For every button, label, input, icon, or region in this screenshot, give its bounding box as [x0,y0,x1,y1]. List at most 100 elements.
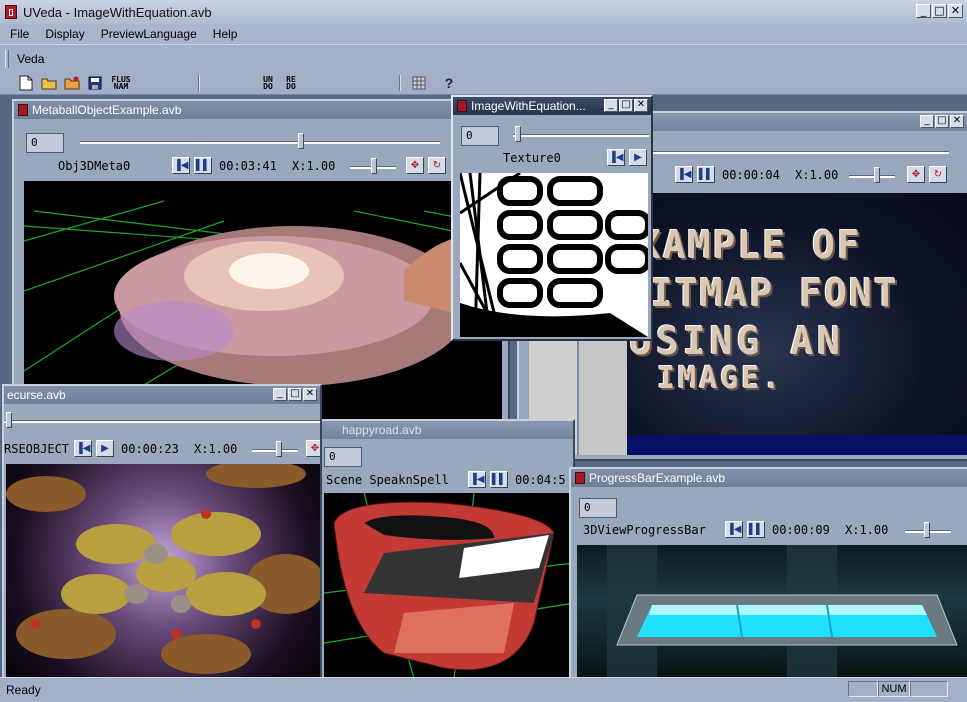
close-button[interactable]: ✕ [634,99,648,112]
speed-slider-thumb[interactable] [924,522,930,538]
speed-slider[interactable] [252,449,298,452]
timeline-slider[interactable] [649,151,949,154]
window-icon [18,104,28,116]
rewind-button[interactable]: ▐◀ [725,521,743,538]
rewind-button[interactable]: ▐◀ [607,149,625,166]
timeline-slider[interactable] [80,141,440,144]
window-happyroad[interactable]: happyroad.avb 0 Scene SpeaknSpell ▐◀ ▌▌ … [320,419,575,677]
time-display: 00:03:41 [219,159,277,173]
help-icon[interactable]: ? [441,75,457,91]
minimize-button[interactable]: _ [916,4,931,18]
close-button[interactable]: ✕ [950,115,964,128]
object-name: RSEOBJECT [4,442,70,456]
maximize-button[interactable]: □ [619,99,633,112]
window-metaball[interactable]: MetaballObjectExample.avb 0 Obj3DMeta0 ▐… [12,99,510,427]
window-recurse[interactable]: ecurse.avb _ □ ✕ RSEOBJECT ▐◀ ▶ 00:00:23… [2,384,322,677]
minimize-button[interactable]: _ [604,99,618,112]
open-folder-icon[interactable] [41,75,57,91]
window-icon [575,472,585,484]
toolbar-separator [198,75,200,91]
pause-button[interactable]: ▌▌ [194,157,212,174]
speed-slider-thumb[interactable] [874,167,880,183]
window-title-bar[interactable]: happyroad.avb [322,421,573,439]
object-name: Obj3DMeta0 [58,159,131,173]
save-icon[interactable] [87,75,103,91]
frame-input[interactable]: 0 [324,447,362,467]
time-display: 00:00:09 [772,523,830,537]
speed-display: X:1.00 [292,159,336,173]
menu-display[interactable]: Display [45,27,84,41]
play-button[interactable]: ▶ [629,149,647,166]
undo-icon[interactable]: UN DO [260,75,276,91]
object-name: Scene SpeaknSpell [326,473,449,487]
move-icon[interactable]: ✥ [406,157,424,174]
app-icon[interactable] [5,5,17,19]
open-recent-icon[interactable] [64,75,80,91]
timeline-slider-thumb[interactable] [298,133,304,149]
timeline-slider-thumb[interactable] [515,126,521,142]
rewind-button[interactable]: ▐◀ [468,471,486,488]
toolbar-separator [399,75,401,91]
play-button[interactable]: ▶ [96,440,114,457]
window-image-equation[interactable]: ImageWithEquation... _ □ ✕ 0 Texture0 ▐◀… [451,95,653,341]
pause-button[interactable]: ▌▌ [747,521,765,538]
redo-icon[interactable]: RE DO [283,75,299,91]
object-name: 3DViewProgressBar [583,523,706,537]
rewind-button[interactable]: ▐◀ [172,157,190,174]
window-title-bar[interactable]: MetaballObjectExample.avb [14,101,508,119]
frame-input[interactable]: 0 [579,498,617,518]
window-title: ProgressBarExample.avb [589,471,726,485]
window-title-bar[interactable]: ImageWithEquation... _ □ ✕ [453,97,651,115]
toolbar-grip[interactable] [5,49,9,68]
window-title: ImageWithEquation... [471,99,586,113]
veda-label[interactable]: Veda [17,52,44,66]
speed-display: X:1.00 [194,442,238,456]
close-button[interactable]: ✕ [303,388,317,401]
viewport-progressbar[interactable] [577,545,967,677]
timeline-slider[interactable] [4,420,320,423]
speed-display: X:1.00 [795,168,839,182]
maximize-button[interactable]: □ [288,388,302,401]
rewind-button[interactable]: ▐◀ [74,440,92,457]
move-icon[interactable]: ✥ [907,166,925,183]
reset-rotation-icon[interactable]: ↻ [428,157,446,174]
maximize-button[interactable]: □ [935,115,949,128]
speed-slider-thumb[interactable] [276,441,282,457]
bitmap-text-line-1: EXAMPLE OF [627,223,862,267]
flush-names-icon[interactable]: FLUS NAM [110,75,132,91]
mdi-workspace: _ □ ✕ ▐◀ ▌▌ 00:00:04 X:1.00 ✥ ↻ EXAMPLE … [0,95,967,677]
minimize-button[interactable]: _ [273,388,287,401]
speed-slider-thumb[interactable] [371,158,377,174]
timeline-slider[interactable] [513,134,649,137]
menu-previewlanguage[interactable]: PreviewLanguage [101,27,197,41]
time-display: 00:04:5 [515,473,566,487]
speed-slider[interactable] [849,175,895,178]
minimize-button[interactable]: _ [920,115,934,128]
move-icon[interactable]: ✥ [306,440,320,457]
viewport-recurse[interactable] [6,464,320,677]
menu-help[interactable]: Help [213,27,238,41]
frame-input[interactable]: 0 [461,126,499,146]
veda-bar: Veda [0,44,967,73]
time-display: 00:00:23 [121,442,179,456]
status-panel-scroll [910,681,948,697]
close-button[interactable]: ✕ [948,4,963,18]
reset-rotation-icon[interactable]: ↻ [929,166,947,183]
maximize-button[interactable]: □ [932,4,947,18]
viewport-speaknspell[interactable] [324,493,573,677]
new-file-icon[interactable] [18,75,34,91]
frame-input[interactable]: 0 [26,133,64,153]
window-title-bar[interactable]: ProgressBarExample.avb [571,469,967,487]
speed-display: X:1.00 [845,523,889,537]
grid-icon[interactable] [411,75,427,91]
pause-button[interactable]: ▌▌ [490,471,508,488]
bitmap-text-line-2: BITMAP FONT [627,271,899,315]
pause-button[interactable]: ▌▌ [697,166,715,183]
menu-file[interactable]: File [10,27,29,41]
viewport-bitmap-font[interactable]: EXAMPLE OF BITMAP FONT USING AN IMAGE. [627,193,967,455]
timeline-slider-thumb[interactable] [6,412,12,428]
window-title-bar[interactable]: ecurse.avb _ □ ✕ [4,386,320,404]
rewind-button[interactable]: ▐◀ [675,166,693,183]
viewport-texture[interactable] [460,173,648,337]
window-progressbar[interactable]: ProgressBarExample.avb 0 3DViewProgressB… [569,467,967,677]
